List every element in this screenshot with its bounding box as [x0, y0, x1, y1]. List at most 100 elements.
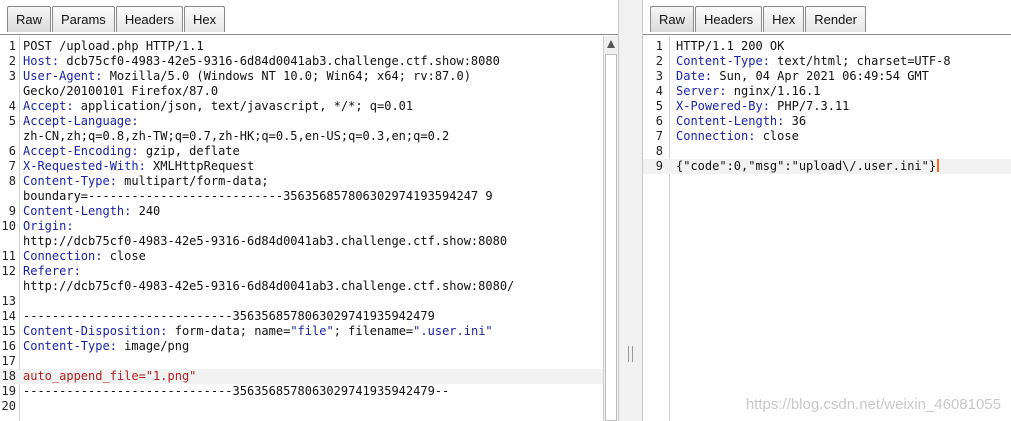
quoted-value: "file" [290, 324, 334, 338]
text-caret [937, 159, 940, 172]
line-number: 11 [1, 249, 16, 263]
line-text: http://dcb75cf0-4983-42e5-9316-6d84d0041… [23, 234, 507, 249]
line-text: Date: Sun, 04 Apr 2021 06:49:54 GMT [676, 69, 929, 84]
request-line: 10 Origin: [0, 219, 618, 234]
request-line: Gecko/20100101 Firefox/87.0 [0, 84, 618, 99]
line-text: -----------------------------35635685780… [23, 309, 435, 324]
request-tab-headers[interactable]: Headers [115, 6, 183, 32]
request-scrollbar[interactable] [603, 36, 618, 421]
request-line: 6 Accept-Encoding: gzip, deflate [0, 144, 618, 159]
request-line: http://dcb75cf0-4983-42e5-9316-6d84d0041… [0, 234, 618, 249]
line-text: User-Agent: Mozilla/5.0 (Windows NT 10.0… [23, 69, 471, 84]
header-name: Content-Type: [23, 174, 117, 188]
request-line: 18 auto_append_file="1.png" [0, 369, 618, 384]
line-text: X-Requested-With: XMLHttpRequest [23, 159, 254, 174]
plain-text: image/png [116, 339, 190, 353]
response-tabs: Raw Headers Hex Render [650, 6, 867, 32]
line-number: 4 [655, 84, 663, 98]
line-text: Host: dcb75cf0-4983-42e5-9316-6d84d0041a… [23, 54, 500, 69]
plain-text: 240 [131, 204, 161, 218]
line-number: 7 [8, 159, 16, 173]
header-name: Connection: [23, 249, 103, 263]
response-tabbar: Raw Headers Hex Render [643, 0, 1011, 35]
header-name: Referer: [23, 264, 81, 278]
line-number: 13 [1, 294, 16, 308]
plain-text: Gecko/20100101 Firefox/87.0 [23, 84, 219, 98]
line-text: zh-CN,zh;q=0.8,zh-TW;q=0.7,zh-HK;q=0.5,e… [23, 129, 449, 144]
pane-splitter[interactable] [618, 0, 643, 421]
plain-text: nginx/1.16.1 [726, 84, 821, 98]
plain-text: boundary=---------------------------3563… [23, 189, 493, 203]
request-tab-raw[interactable]: Raw [7, 6, 52, 32]
line-text: auto_append_file="1.png" [23, 369, 196, 384]
line-text: {"code":0,"msg":"upload\/.user.ini"} [676, 159, 940, 174]
line-text: POST /upload.php HTTP/1.1 [23, 39, 204, 54]
line-text: Origin: [23, 219, 74, 234]
line-number: 18 [1, 369, 16, 383]
plain-text: -----------------------------35635685780… [23, 384, 450, 398]
line-text: Content-Type: multipart/form-data; [23, 174, 269, 189]
line-number: 15 [1, 324, 16, 338]
line-number: 4 [8, 99, 16, 113]
response-tab-raw[interactable]: Raw [650, 6, 695, 32]
line-number: 9 [655, 159, 663, 173]
line-number: 16 [1, 339, 16, 353]
line-text: Accept: application/json, text/javascrip… [23, 99, 413, 114]
scroll-up-arrow-icon[interactable] [607, 40, 615, 48]
request-line: zh-CN,zh;q=0.8,zh-TW;q=0.7,zh-HK;q=0.5,e… [0, 129, 618, 144]
scrollbar-thumb[interactable] [605, 54, 617, 421]
line-number: 12 [1, 264, 16, 278]
plain-text: multipart/form-data; [116, 174, 269, 188]
response-line: 6 Content-Length: 36 [643, 114, 1011, 129]
line-number: 20 [1, 399, 16, 413]
plain-text: -----------------------------35635685780… [23, 309, 435, 323]
splitter-grip-icon[interactable] [628, 346, 633, 362]
line-number: 2 [8, 54, 16, 68]
header-name: Content-Length: [676, 114, 785, 128]
line-text: Connection: close [676, 129, 799, 144]
line-number: 3 [655, 69, 663, 83]
line-text: X-Powered-By: PHP/7.3.11 [676, 99, 849, 114]
line-number: 7 [655, 129, 663, 143]
response-tab-headers[interactable]: Headers [695, 6, 763, 32]
request-editor[interactable]: 1 POST /upload.php HTTP/1.1 2 Host: dcb75cf… [0, 36, 618, 421]
header-name: Accept-Language: [23, 114, 139, 128]
line-text: HTTP/1.1 200 OK [676, 39, 784, 54]
quoted-value: ".user.ini" [413, 324, 493, 338]
line-text: boundary=---------------------------3563… [23, 189, 493, 204]
plain-text: XMLHttpRequest [145, 159, 255, 173]
line-text: http://dcb75cf0-4983-42e5-9316-6d84d0041… [23, 279, 514, 294]
header-name: Origin: [23, 219, 74, 233]
plain-text: POST /upload.php HTTP/1.1 [23, 39, 204, 53]
plain-text: 36 [784, 114, 807, 128]
plain-text: close [102, 249, 146, 263]
line-number: 8 [655, 144, 663, 158]
request-tab-params[interactable]: Params [52, 6, 115, 32]
request-line: 14 -----------------------------356356857… [0, 309, 618, 324]
header-name: X-Requested-With: [23, 159, 146, 173]
line-text: Content-Type: image/png [23, 339, 189, 354]
plain-text: text/html; charset=UTF-8 [769, 54, 951, 68]
header-name: Connection: [676, 129, 756, 143]
request-line: 7 X-Requested-With: XMLHttpRequest [0, 159, 618, 174]
line-number: 3 [8, 69, 16, 83]
response-line: 8 [643, 144, 1011, 159]
response-line: 4 Server: nginx/1.16.1 [643, 84, 1011, 99]
line-number: 2 [655, 54, 663, 68]
header-name: X-Powered-By: [676, 99, 770, 113]
response-tab-hex[interactable]: Hex [763, 6, 805, 32]
request-pane: Raw Params Headers Hex 1 POST /upload.php HT… [0, 0, 618, 421]
response-tab-render[interactable]: Render [805, 6, 866, 32]
response-editor[interactable]: 1 HTTP/1.1 200 OK 2 Content-Type: text/html… [643, 36, 1011, 421]
watermark: https://blog.csdn.net/weixin_46081055 [745, 396, 1001, 413]
line-number: 8 [8, 174, 16, 188]
line-text: Content-Length: 36 [676, 114, 806, 129]
plain-text: Mozilla/5.0 (Windows NT 10.0; Win64; x64… [102, 69, 471, 83]
line-number: 5 [8, 114, 16, 128]
line-number: 17 [1, 354, 16, 368]
header-name: User-Agent: [23, 69, 103, 83]
request-tab-hex[interactable]: Hex [183, 6, 226, 32]
request-line: 19 -----------------------------356356857… [0, 384, 618, 399]
line-text: Connection: close [23, 249, 146, 264]
request-line: 11 Connection: close [0, 249, 618, 264]
